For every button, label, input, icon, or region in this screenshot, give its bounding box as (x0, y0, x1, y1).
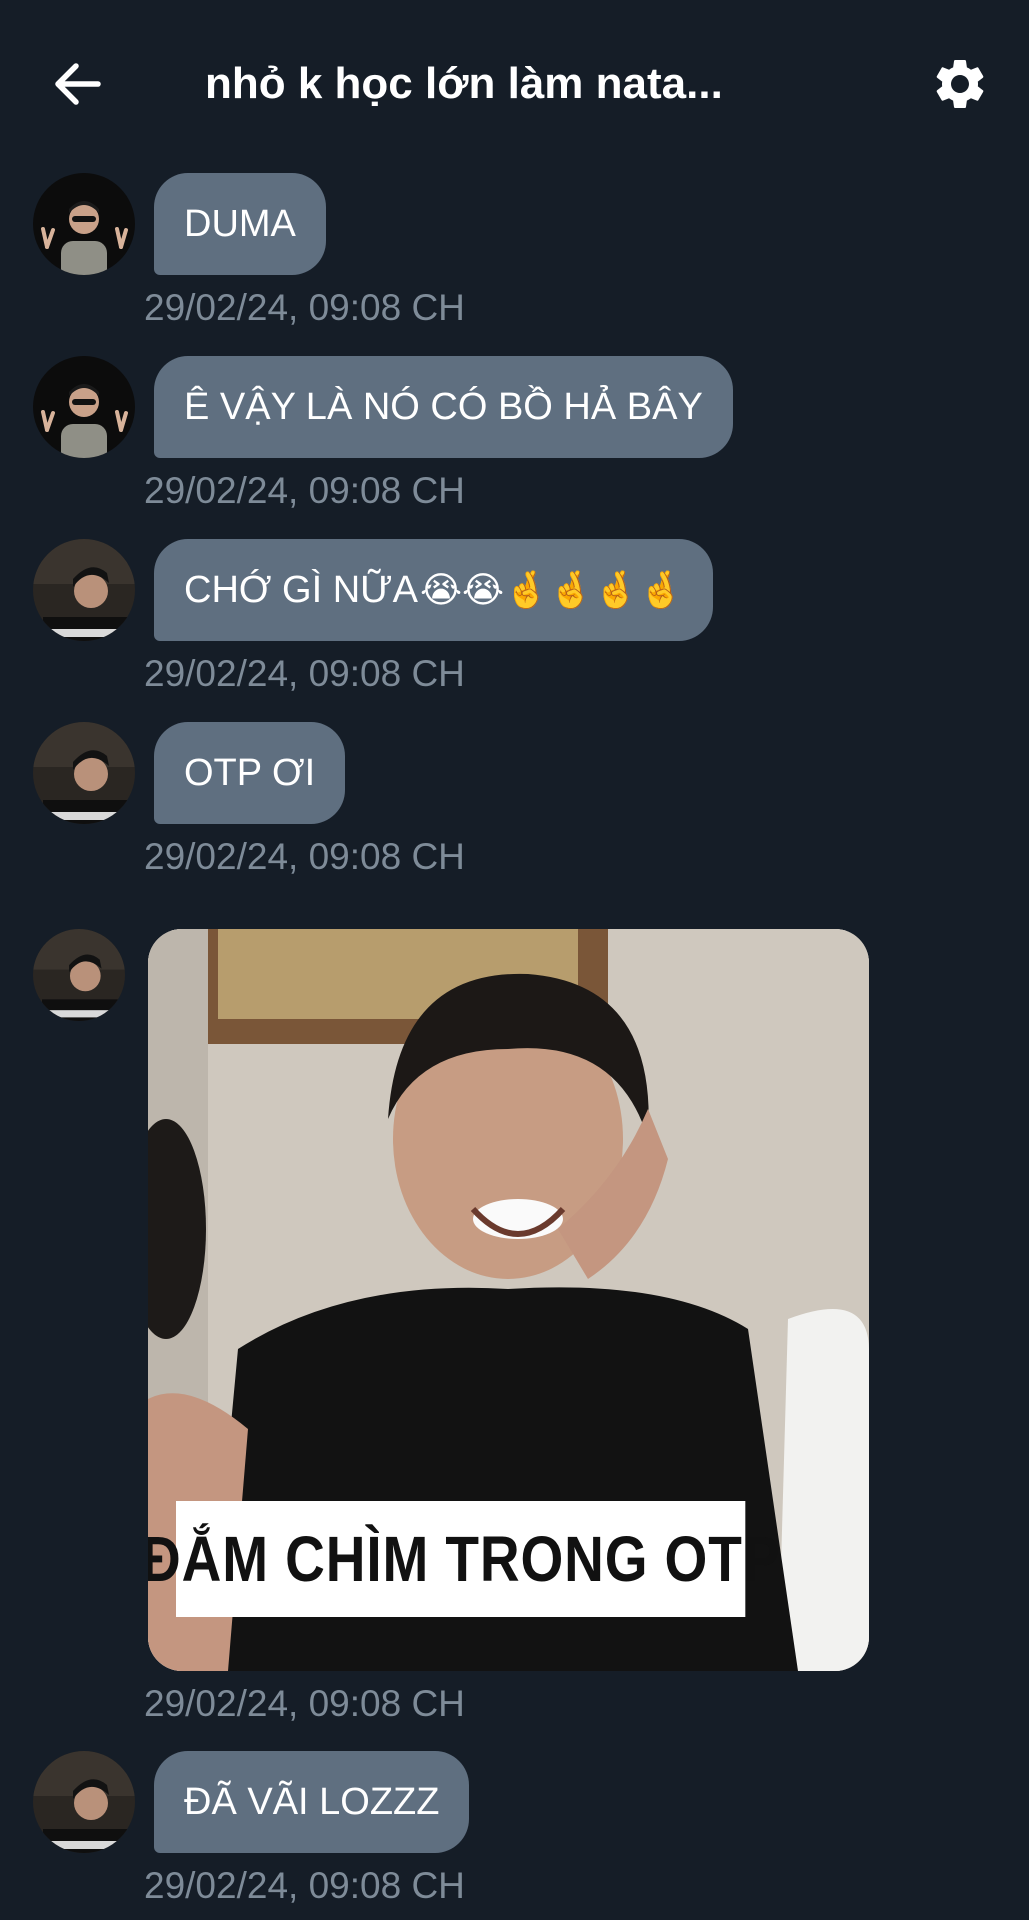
message-text: ĐÃ VÃI LOZZZ (184, 1780, 440, 1823)
avatar[interactable] (33, 1751, 135, 1853)
message-timestamp: 29/02/24, 09:08 CH (144, 653, 465, 694)
message-bubble[interactable]: CHỚ GÌ NỮA 😭😭🤞🤞🤞🤞 (154, 539, 714, 641)
message-timestamp: 29/02/24, 09:08 CH (144, 1865, 465, 1906)
message-text: CHỚ GÌ NỮA (184, 568, 418, 611)
avatar[interactable] (33, 929, 125, 1021)
message-timestamp: 29/02/24, 09:08 CH (144, 1683, 465, 1724)
message-text: DUMA (184, 202, 296, 245)
avatar[interactable] (33, 722, 135, 824)
message-bubble[interactable]: Ê VẬY LÀ NÓ CÓ BỒ HẢ BÂY (154, 356, 733, 458)
gear-icon (936, 59, 984, 108)
emoji-sequence: 😭😭🤞🤞🤞🤞 (419, 570, 684, 611)
message-timestamp: 29/02/24, 09:08 CH (144, 470, 465, 511)
image-caption: ĐẮM CHÌM TRONG OTP (148, 1501, 779, 1617)
avatar[interactable] (33, 356, 135, 458)
avatar[interactable] (33, 173, 135, 275)
arrow-left-icon (55, 63, 101, 105)
message-timestamp: 29/02/24, 09:08 CH (144, 836, 465, 877)
image-message[interactable]: ĐẮM CHÌM TRONG OTP (148, 929, 869, 1671)
avatar[interactable] (33, 539, 135, 641)
chat-title[interactable]: nhỏ k học lớn làm nata... (205, 52, 725, 116)
message-timestamp: 29/02/24, 09:08 CH (144, 287, 465, 328)
back-button[interactable] (46, 52, 110, 116)
message-bubble[interactable]: OTP ƠI (154, 722, 346, 824)
chat-header: nhỏ k học lớn làm nata... (0, 0, 1029, 160)
message-text: OTP ƠI (184, 751, 316, 794)
message-text: Ê VẬY LÀ NÓ CÓ BỒ HẢ BÂY (184, 385, 703, 428)
message-bubble[interactable]: DUMA (154, 173, 326, 275)
message-bubble[interactable]: ĐÃ VÃI LOZZZ (154, 1751, 470, 1853)
settings-button[interactable] (926, 50, 994, 118)
